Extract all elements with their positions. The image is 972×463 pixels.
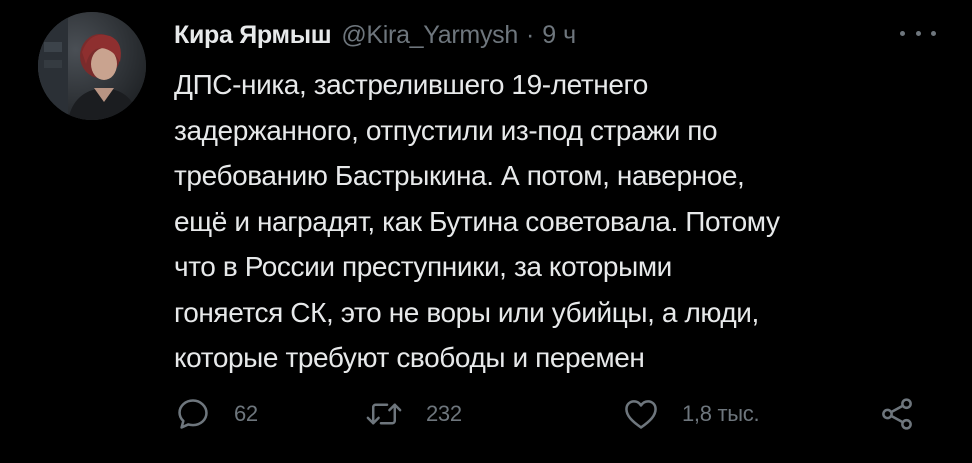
more-options-icon[interactable] [900,26,936,40]
tweet-text-line: которые требуют свободы и перемен [174,342,645,373]
more-dot [900,30,905,36]
share-button[interactable] [878,392,916,436]
author-handle[interactable]: @Kira_Yarmysh [341,21,518,50]
reply-button[interactable]: 62 [174,392,258,436]
tweet-text-line: ДПС-ника, застрелившего 19-летнего [174,69,648,100]
reply-count: 62 [234,401,258,426]
more-dot [931,30,936,36]
avatar[interactable] [38,12,146,120]
tweet-text-line: требованию Бастрыкина. А потом, наверное… [174,160,745,191]
author-name[interactable]: Кира Ярмыш [174,21,332,50]
more-dot [915,30,921,36]
tweet-text-line: гоняется СК, это не воры или убийцы, а л… [174,296,759,328]
tweet-text: ДПС-ника, застрелившего 19-летнего задер… [174,62,934,381]
tweet-text-line: что в России преступники, за которыми [174,251,672,282]
header-separator: · [525,20,535,49]
like-count: 1,8 тыс. [682,401,760,426]
tweet-header: Кира Ярмыш @Kira_Yarmysh · 9 ч [174,16,576,54]
tweet-text-line: ещё и наградят, как Бутина советовала. П… [174,205,780,237]
share-icon [878,395,916,433]
retweet-count: 232 [426,401,462,426]
retweet-button[interactable]: 232 [364,392,462,436]
heart-icon [622,395,660,433]
tweet-timestamp[interactable]: 9 ч [542,21,576,50]
tweet-text-line: задержанного, отпустили из-под стражи по [174,114,718,146]
tweet: Кира Ярмыш @Kira_Yarmysh · 9 ч ДПС-ника,… [0,0,972,463]
retweet-icon [364,395,404,433]
reply-icon [174,395,212,433]
like-button[interactable]: 1,8 тыс. [622,392,760,436]
tweet-actions: 62 232 1,8 тыс. [174,392,942,436]
